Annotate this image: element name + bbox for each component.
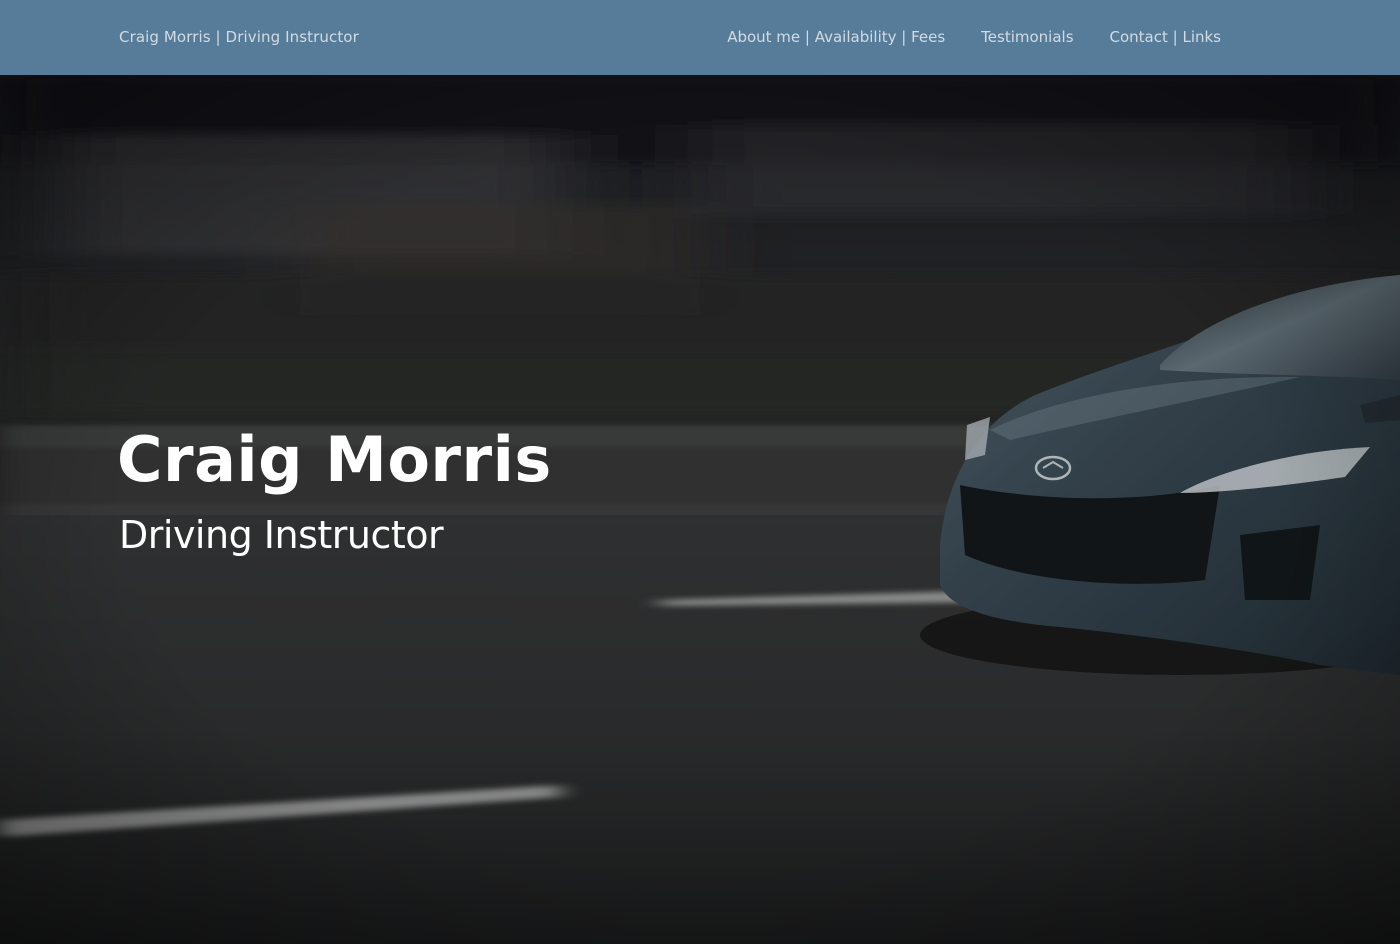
nav-link-about-availability-fees[interactable]: About me | Availability | Fees — [727, 26, 945, 48]
hero-section: Craig Morris Driving Instructor — [0, 75, 1400, 944]
site-brand-link[interactable]: Craig Morris | Driving Instructor — [119, 26, 359, 48]
hero-subtitle: Driving Instructor — [119, 513, 444, 557]
nav-link-testimonials[interactable]: Testimonials — [981, 26, 1073, 48]
hero-title: Craig Morris — [117, 423, 552, 496]
nav-link-contact-links[interactable]: Contact | Links — [1110, 26, 1221, 48]
nav-menu: About me | Availability | Fees Testimoni… — [727, 26, 1221, 48]
top-navbar: Craig Morris | Driving Instructor About … — [0, 0, 1400, 75]
